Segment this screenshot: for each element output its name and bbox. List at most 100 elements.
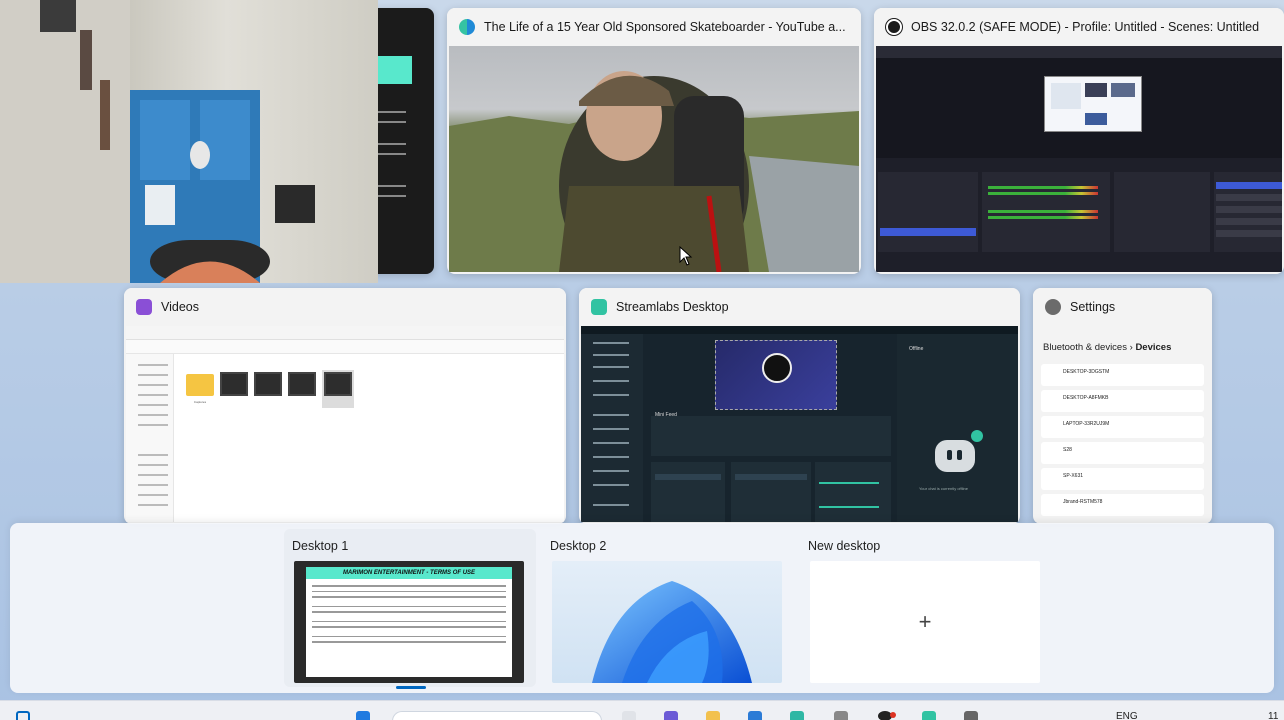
desktop-1-tile[interactable]: Desktop 1 MARIMON ENTERTAINMENT - TERMS … <box>284 529 536 689</box>
streamlabs-window[interactable]: Streamlabs Desktop Mini Feed Offline You… <box>579 288 1020 524</box>
preview-thumbnail <box>1044 76 1142 132</box>
streamlabs-taskbar-icon[interactable] <box>922 711 936 720</box>
stream-preview[interactable] <box>715 340 837 410</box>
device-name: Jbrand-RSTM578 <box>1063 499 1103 505</box>
obs-window[interactable]: OBS 32.0.2 (SAFE MODE) - Profile: Untitl… <box>874 8 1284 274</box>
new-desktop-button[interactable]: + <box>810 561 1040 683</box>
settings-content: Bluetooth & devices › Devices DESKTOP-3D… <box>1035 326 1210 522</box>
window-header: Streamlabs Desktop <box>579 288 1020 326</box>
plus-icon: + <box>918 609 932 634</box>
video-frame[interactable] <box>449 46 859 272</box>
edge-icon <box>459 19 475 35</box>
terms-banner: MARIMON ENTERTAINMENT - TERMS OF USE <box>306 567 512 579</box>
clock[interactable]: 11 <box>1268 711 1278 720</box>
terms-document: MARIMON ENTERTAINMENT - TERMS OF USE <box>306 567 512 677</box>
partial-text <box>376 103 406 243</box>
streamlabs-content: Mini Feed Offline Your chat is currently… <box>581 326 1018 522</box>
window-header: Settings <box>1033 288 1212 326</box>
device-name: SP-X631 <box>1063 473 1084 479</box>
window-title: The Life of a 15 Year Old Sponsored Skat… <box>484 20 846 34</box>
windows-bloom-wallpaper <box>592 581 752 683</box>
active-desktop-indicator <box>396 686 426 689</box>
videos-window[interactable]: Videos Captures <box>124 288 566 524</box>
mini-feed-label: Mini Feed <box>655 412 677 418</box>
breadcrumb-separator: › <box>1129 342 1133 353</box>
search-box[interactable] <box>392 711 602 720</box>
mixer-panel <box>815 462 891 522</box>
start-button-icon[interactable] <box>356 711 370 720</box>
video-scene <box>449 71 859 272</box>
device-row[interactable]: DESKTOP-3DGSTM <box>1041 364 1204 386</box>
taskbar-app-icon[interactable] <box>834 711 848 720</box>
explorer-nav-pane <box>126 354 174 522</box>
file-explorer-icon[interactable] <box>706 711 720 720</box>
obs-menubar <box>876 46 1282 58</box>
breadcrumb-parent[interactable]: Bluetooth & devices <box>1043 342 1127 353</box>
new-desktop-label: New desktop <box>808 539 881 553</box>
chat-panel: Offline Your chat is currently offline <box>897 334 1018 522</box>
window-header: Videos <box>124 288 566 326</box>
virtual-desktops-bar: Desktop 1 MARIMON ENTERTAINMENT - TERMS … <box>10 523 1274 693</box>
desktop-label: Desktop 2 <box>550 539 607 553</box>
device-row[interactable]: S28 <box>1041 442 1204 464</box>
taskbar-app-icon[interactable] <box>622 711 636 720</box>
window-title: Streamlabs Desktop <box>616 300 729 314</box>
scenes-panel <box>651 462 725 522</box>
audio-mixer-panel <box>982 172 1110 252</box>
webcam-scene <box>0 0 315 283</box>
settings-window[interactable]: Settings Bluetooth & devices › Devices D… <box>1033 288 1212 524</box>
device-row[interactable]: Jbrand-RSTM578 <box>1041 494 1204 516</box>
explorer-address-bar <box>126 340 564 354</box>
taskbar: ENG 11 <box>0 700 1284 720</box>
copilot-icon[interactable] <box>664 711 678 720</box>
explorer-toolbar <box>126 326 564 340</box>
obs-logo-icon <box>762 353 792 383</box>
device-name: DESKTOP-A8FMKB <box>1063 395 1109 401</box>
breadcrumb-current: Devices <box>1135 342 1172 353</box>
window-header: The Life of a 15 Year Old Sponsored Skat… <box>447 8 861 46</box>
gear-icon <box>1045 299 1061 315</box>
window-title: Videos <box>161 300 199 314</box>
scene-transitions-panel <box>1114 172 1210 252</box>
teal-block <box>378 56 412 84</box>
device-name: S28 <box>1063 447 1072 453</box>
device-row[interactable]: SP-X631 <box>1041 468 1204 490</box>
store-icon[interactable] <box>748 711 762 720</box>
obs-content <box>876 46 1282 272</box>
window-title: OBS 32.0.2 (SAFE MODE) - Profile: Untitl… <box>911 20 1260 34</box>
youtube-window[interactable]: The Life of a 15 Year Old Sponsored Skat… <box>447 8 861 274</box>
new-desktop-tile[interactable]: New desktop + <box>800 529 1052 687</box>
titlebar <box>581 326 1018 334</box>
folder-icon[interactable] <box>186 374 214 396</box>
video-file-thumbnail[interactable] <box>324 372 352 396</box>
notification-dot-icon <box>890 712 896 718</box>
desktop-label: Desktop 1 <box>292 539 349 553</box>
device-name: DESKTOP-3DGSTM <box>1063 369 1110 375</box>
mini-feed-panel: Mini Feed <box>651 412 891 456</box>
settings-taskbar-icon[interactable] <box>964 711 978 720</box>
device-list: DESKTOP-3DGSTM DESKTOP-A8FMKB LAPTOP-33R… <box>1041 364 1204 520</box>
video-file-thumbnail[interactable] <box>288 372 316 396</box>
chat-offline-message: Your chat is currently offline <box>919 486 968 491</box>
task-view-icon[interactable] <box>16 711 30 720</box>
device-name: LAPTOP-33R2UJ9M <box>1063 421 1110 427</box>
desktop-thumbnail: MARIMON ENTERTAINMENT - TERMS OF USE <box>294 561 524 683</box>
device-row[interactable]: LAPTOP-33R2UJ9M <box>1041 416 1204 438</box>
obs-preview <box>876 58 1282 158</box>
window-header: OBS 32.0.2 (SAFE MODE) - Profile: Untitl… <box>874 8 1284 46</box>
desktop-thumbnail <box>552 561 782 683</box>
edge-icon[interactable] <box>790 711 804 720</box>
streamlabs-icon <box>591 299 607 315</box>
nav-sidebar <box>581 334 643 522</box>
window-title: Settings <box>1070 300 1116 314</box>
video-file-thumbnail[interactable] <box>220 372 248 396</box>
language-indicator[interactable]: ENG <box>1116 711 1138 720</box>
device-row[interactable]: DESKTOP-A8FMKB <box>1041 390 1204 412</box>
sources-panel <box>731 462 811 522</box>
chat-bot-icon <box>927 430 983 476</box>
folder-label: Captures <box>193 400 207 404</box>
desktop-2-tile[interactable]: Desktop 2 <box>542 529 794 687</box>
breadcrumb: Bluetooth & devices › Devices <box>1043 342 1171 353</box>
video-file-thumbnail[interactable] <box>254 372 282 396</box>
video-app-icon <box>136 299 152 315</box>
